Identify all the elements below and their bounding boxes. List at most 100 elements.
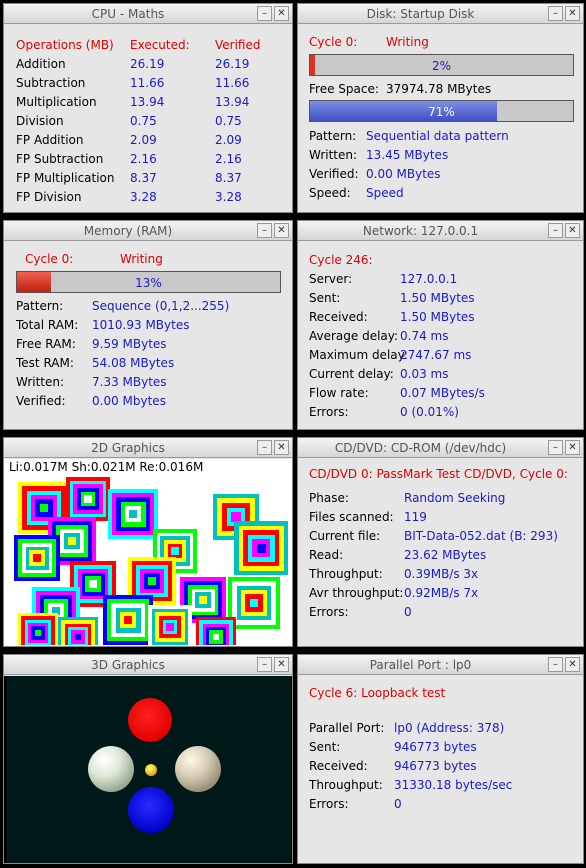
verified-value: 11.66 <box>215 76 250 90</box>
graphic-square <box>148 577 156 585</box>
operation-name: FP Subtraction <box>16 152 104 166</box>
graphic-square <box>39 503 49 513</box>
title-bar[interactable]: Disk: Startup Disk – ✕ <box>298 4 583 24</box>
minimize-button[interactable]: – <box>548 657 563 672</box>
window-title: 2D Graphics <box>91 441 165 455</box>
graphic-square <box>84 495 92 503</box>
progress-text: 13% <box>135 276 162 290</box>
field-value: 0 (0.01%) <box>400 405 459 419</box>
window-title: CD/DVD: CD-ROM (/dev/hdc) <box>334 441 507 455</box>
close-button[interactable]: ✕ <box>274 440 289 455</box>
graphic-square <box>123 615 133 625</box>
close-button[interactable]: ✕ <box>565 223 580 238</box>
window-title: Parallel Port : lp0 <box>369 658 472 672</box>
cdrom-content: CD/DVD 0: PassMark Test CD/DVD, Cycle 0:… <box>298 459 583 646</box>
field-value: 0 <box>394 797 402 811</box>
window-title: CPU - Maths <box>91 7 165 21</box>
yellow-sphere <box>145 764 157 776</box>
title-bar[interactable]: Parallel Port : lp0 – ✕ <box>298 655 583 675</box>
graphic-square <box>166 623 174 631</box>
title-bar[interactable]: Memory (RAM) – ✕ <box>4 221 292 241</box>
white-sphere <box>88 746 134 792</box>
graphics-3d-canvas <box>7 676 291 863</box>
graphics-2d-content: Li:0.017M Sh:0.021M Re:0.016M <box>4 459 292 646</box>
parallel-port-window: Parallel Port : lp0 – ✕ Cycle 6: Loopbac… <box>296 653 585 865</box>
field-label: Errors: <box>309 797 349 811</box>
graphics-2d-canvas <box>8 477 290 645</box>
minimize-button[interactable]: – <box>257 223 272 238</box>
minimize-button[interactable]: – <box>548 223 563 238</box>
space-text: 71% <box>428 105 455 119</box>
graphic-square <box>171 547 179 555</box>
close-button[interactable]: ✕ <box>274 657 289 672</box>
field-label: Maximum delay: <box>309 348 408 362</box>
field-value: 0.92MB/s 7x <box>404 586 479 600</box>
title-bar[interactable]: CD/DVD: CD-ROM (/dev/hdc) – ✕ <box>298 438 583 458</box>
memory-content: Cycle 0: Writing 13% Pattern: Sequence (0… <box>4 242 292 429</box>
graphic-square <box>33 554 41 562</box>
field-value: Random Seeking <box>404 491 506 505</box>
executed-value: 2.16 <box>130 152 157 166</box>
disk-window: Disk: Startup Disk – ✕ Cycle 0: Writing … <box>296 2 585 214</box>
field-label: Avr throughput: <box>309 586 404 600</box>
operation-name: FP Multiplication <box>16 171 115 185</box>
field-value: 0.03 ms <box>400 367 449 381</box>
cycle-label: Cycle 246: <box>309 253 373 267</box>
parallel-content: Cycle 6: Loopback test Parallel Port: lp0… <box>298 676 583 863</box>
window-title: Memory (RAM) <box>83 224 173 238</box>
field-value: 946773 bytes <box>394 740 477 754</box>
field-label: Errors: <box>309 605 349 619</box>
minimize-button[interactable]: – <box>257 657 272 672</box>
draw-stats: Li:0.017M Sh:0.021M Re:0.016M <box>9 460 204 474</box>
title-bar[interactable]: CPU - Maths – ✕ <box>4 4 292 24</box>
red-sphere <box>128 698 172 742</box>
minimize-button[interactable]: – <box>548 440 563 455</box>
graphic-square <box>34 629 42 637</box>
minimize-button[interactable]: – <box>257 440 272 455</box>
field-label: Current file: <box>309 529 381 543</box>
executed-value: 26.19 <box>130 57 165 71</box>
graphics-3d-window: 3D Graphics – ✕ <box>2 653 294 865</box>
window-title: Disk: Startup Disk <box>366 7 475 21</box>
field-label: Verified: <box>309 167 359 181</box>
field-value: 0.00 MBytes <box>366 167 441 181</box>
cpu-content: Operations (MB) Executed: Verified Addit… <box>4 25 292 212</box>
field-value: 946773 bytes <box>394 759 477 773</box>
field-value: Speed <box>366 186 404 200</box>
cycle-label: Cycle 0: <box>309 35 358 49</box>
memory-progress-bar: 13% <box>16 271 281 293</box>
header-executed: Executed: <box>130 38 190 52</box>
network-content: Cycle 246: Server: 127.0.0.1 Sent: 1.50 MBy… <box>298 242 583 429</box>
title-bar[interactable]: 3D Graphics – ✕ <box>4 655 292 675</box>
field-label: Written: <box>16 375 65 389</box>
verified-value: 26.19 <box>215 57 250 71</box>
field-label: Received: <box>309 310 368 324</box>
close-button[interactable]: ✕ <box>565 6 580 21</box>
close-button[interactable]: ✕ <box>565 657 580 672</box>
field-value: 1.50 MBytes <box>400 291 475 305</box>
graphic-square <box>68 537 76 545</box>
field-value: 31330.18 bytes/sec <box>394 778 513 792</box>
field-value: lp0 (Address: 378) <box>394 721 505 735</box>
title-bar[interactable]: 2D Graphics – ✕ <box>4 438 292 458</box>
operation-name: FP Addition <box>16 133 84 147</box>
field-value: 2747.67 ms <box>400 348 472 362</box>
field-label: Server: <box>309 272 353 286</box>
graphic-square <box>89 580 97 588</box>
minimize-button[interactable]: – <box>548 6 563 21</box>
operation-name: Subtraction <box>16 76 86 90</box>
graphic-square <box>199 596 207 604</box>
field-label: Average delay: <box>309 329 399 343</box>
minimize-button[interactable]: – <box>257 6 272 21</box>
field-value: Sequence (0,1,2...255) <box>92 299 230 313</box>
close-button[interactable]: ✕ <box>274 6 289 21</box>
graphic-square <box>74 633 82 641</box>
executed-value: 11.66 <box>130 76 165 90</box>
close-button[interactable]: ✕ <box>565 440 580 455</box>
field-value: 23.62 MBytes <box>404 548 487 562</box>
field-value: 54.08 MBytes <box>92 356 175 370</box>
field-label: Test RAM: <box>16 356 74 370</box>
title-bar[interactable]: Network: 127.0.0.1 – ✕ <box>298 221 583 241</box>
field-label: Written: <box>309 148 358 162</box>
close-button[interactable]: ✕ <box>274 223 289 238</box>
